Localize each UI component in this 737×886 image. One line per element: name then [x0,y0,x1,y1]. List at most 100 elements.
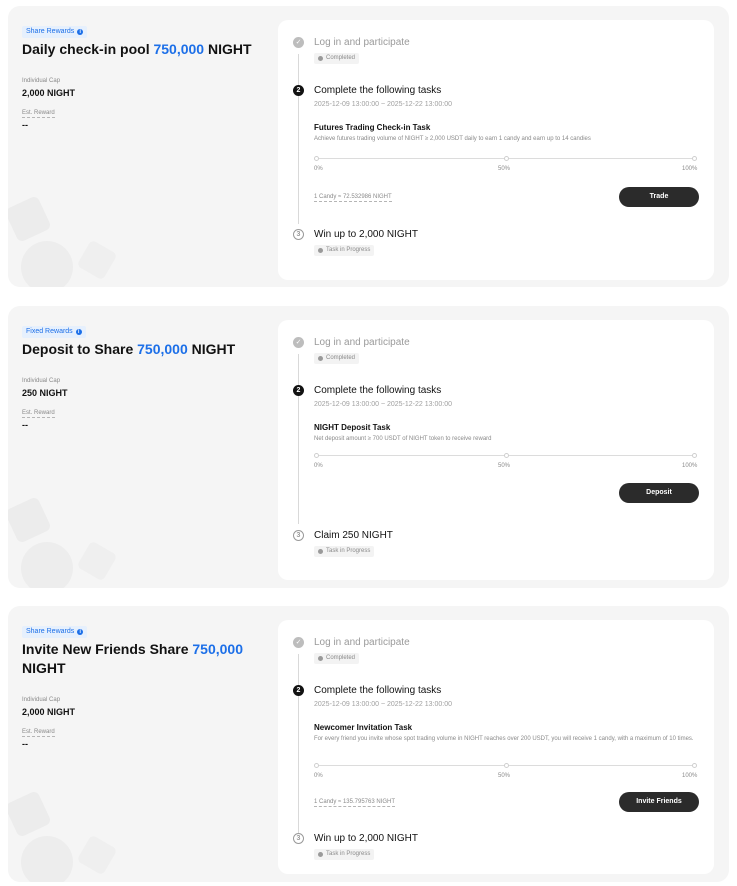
step-title-reward: Win up to 2,000 NIGHT [314,833,418,844]
individual-cap-value: 2,000 NIGHT [22,707,76,717]
task-steps-panel: ✓ Log in and participate Completed 2 Com… [278,620,714,874]
check-circle-icon: ✓ [293,37,304,48]
task-steps-panel: ✓ Log in and participate Completed 2 Com… [278,20,714,280]
task-steps-panel: ✓ Log in and participate Completed 2 Com… [278,320,714,580]
candy-rate[interactable]: 1 Candy ≈ 72.532986 NIGHT [314,193,392,202]
card-title: Daily check-in pool 750,000 NIGHT [22,41,252,57]
step-title-reward: Claim 250 NIGHT [314,530,393,541]
status-dot-icon [318,549,323,554]
invite-friends-button[interactable]: Invite Friends [619,792,699,812]
est-reward-value: -- [22,420,28,430]
reward-type-tag: Fixed Rewards i [22,326,86,338]
status-badge-in-progress: Task in Progress [314,546,375,557]
progress-label-50: 50% [498,166,511,172]
task-description: For every friend you invite whose spot t… [314,736,694,742]
progress-node [504,453,509,458]
progress-track [314,453,697,458]
individual-cap-value: 250 NIGHT [22,388,68,398]
status-dot-icon [318,356,323,361]
status-badge-completed: Completed [314,653,360,664]
progress-label-50: 50% [498,773,511,779]
card-summary: Fixed Rewards i Deposit to Share 750,000 … [22,320,262,430]
progress-node [504,763,509,768]
progress-track [314,763,697,768]
status-dot-icon [318,248,323,253]
campaign-card-daily-checkin: Share Rewards i Daily check-in pool 750,0… [8,6,729,287]
info-icon[interactable]: i [77,629,84,635]
task-description: Net deposit amount ≥ 700 USDT of NIGHT t… [314,436,492,442]
progress-label-0: 0% [314,463,323,469]
individual-cap-value: 2,000 NIGHT [22,88,76,98]
status-dot-icon [318,656,323,661]
step-connector-line [298,354,299,524]
task-date-range: 2025-12-09 13:00:00 ~ 2025-12-22 13:00:0… [314,701,452,708]
progress-label-0: 0% [314,166,323,172]
progress-label-50: 50% [498,463,511,469]
individual-cap-label: Individual Cap [22,378,61,384]
status-dot-icon [318,56,323,61]
campaign-card-deposit: Fixed Rewards i Deposit to Share 750,000 … [8,306,729,588]
individual-cap-label: Individual Cap [22,697,61,703]
info-icon[interactable]: i [75,329,82,335]
trade-button[interactable]: Trade [619,187,699,207]
card-title: Deposit to Share 750,000 NIGHT [22,341,236,357]
card-summary: Share Rewards i Daily check-in pool 750,0… [22,20,262,130]
status-badge-in-progress: Task in Progress [314,849,375,860]
step-title-login: Log in and participate [314,37,410,48]
card-title: Invite New Friends Share 750,000 NIGHT [22,641,243,676]
card-summary: Share Rewards i Invite New Friends Share … [22,620,262,749]
status-badge-completed: Completed [314,53,360,64]
progress-label-100: 100% [682,773,698,779]
progress-node [314,453,319,458]
task-date-range: 2025-12-09 13:00:00 ~ 2025-12-22 13:00:0… [314,101,452,108]
decorative-background-icon [8,792,116,882]
step-number-icon: 3 [293,229,304,240]
step-number-icon: 2 [293,385,304,396]
progress-track [314,156,697,161]
progress-label-100: 100% [682,463,698,469]
step-title-login: Log in and participate [314,337,410,348]
step-number-icon: 3 [293,833,304,844]
progress-node [692,453,697,458]
task-description: Achieve futures trading volume of NIGHT … [314,136,591,142]
check-circle-icon: ✓ [293,637,304,648]
step-connector-line [298,54,299,224]
task-name: NIGHT Deposit Task [314,423,391,432]
status-badge-in-progress: Task in Progress [314,245,375,256]
progress-label-0: 0% [314,773,323,779]
step-title-login: Log in and participate [314,637,410,648]
est-reward-label[interactable]: Est. Reward [22,109,55,118]
task-name: Futures Trading Check-in Task [314,123,431,132]
est-reward-label[interactable]: Est. Reward [22,728,55,737]
check-circle-icon: ✓ [293,337,304,348]
est-reward-value: -- [22,120,28,130]
step-title-tasks: Complete the following tasks [314,685,442,696]
step-number-icon: 3 [293,530,304,541]
step-title-reward: Win up to 2,000 NIGHT [314,229,418,240]
reward-type-tag: Share Rewards i [22,26,88,38]
step-number-icon: 2 [293,85,304,96]
decorative-background-icon [8,197,116,287]
task-date-range: 2025-12-09 13:00:00 ~ 2025-12-22 13:00:0… [314,401,452,408]
est-reward-label[interactable]: Est. Reward [22,409,55,418]
task-name: Newcomer Invitation Task [314,723,413,732]
step-number-icon: 2 [293,685,304,696]
status-dot-icon [318,852,323,857]
step-title-tasks: Complete the following tasks [314,85,442,96]
progress-node [692,156,697,161]
info-icon[interactable]: i [77,29,84,35]
progress-label-100: 100% [682,166,698,172]
deposit-button[interactable]: Deposit [619,483,699,503]
progress-node [314,156,319,161]
candy-rate[interactable]: 1 Candy ≈ 135.795763 NIGHT [314,798,396,807]
progress-node [692,763,697,768]
decorative-background-icon [8,498,116,588]
progress-node [314,763,319,768]
progress-node [504,156,509,161]
status-badge-completed: Completed [314,353,360,364]
campaign-card-invite: Share Rewards i Invite New Friends Share … [8,606,729,882]
step-title-tasks: Complete the following tasks [314,385,442,396]
est-reward-value: -- [22,739,28,749]
individual-cap-label: Individual Cap [22,78,61,84]
reward-type-tag: Share Rewards i [22,626,88,638]
